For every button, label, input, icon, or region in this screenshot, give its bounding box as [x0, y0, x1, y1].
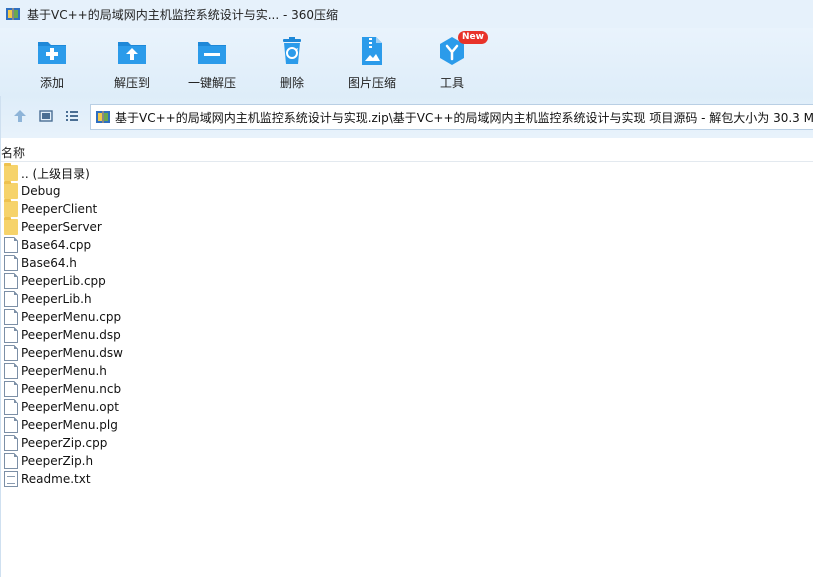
address-bar[interactable]: 基于VC++的局域网内主机监控系统设计与实现.zip\基于VC++的局域网内主机… [90, 104, 813, 130]
one-click-extract-icon [195, 34, 229, 68]
file-name: PeeperMenu.dsw [21, 346, 123, 360]
file-icon [4, 327, 18, 343]
file-name: PeeperMenu.ncb [21, 382, 122, 396]
file-list-item[interactable]: Readme.txt [0, 470, 813, 488]
one-click-extract-label: 一键解压 [187, 76, 236, 90]
add-label: 添加 [39, 76, 64, 90]
left-border [0, 96, 1, 577]
file-list-item[interactable]: PeeperServer [0, 217, 813, 236]
file-name: PeeperMenu.dsp [21, 328, 121, 342]
file-list-item[interactable]: PeeperClient [0, 199, 813, 218]
one-click-extract-button[interactable]: 一键解压 [172, 34, 252, 91]
new-badge: New [458, 31, 488, 44]
file-icon [4, 237, 18, 253]
file-name: Readme.txt [21, 472, 91, 486]
file-icon [4, 309, 18, 325]
delete-button[interactable]: 删除 [252, 34, 332, 91]
extract-to-label: 解压到 [113, 76, 150, 90]
address-path: 基于VC++的局域网内主机监控系统设计与实现.zip\基于VC++的局域网内主机… [115, 110, 813, 125]
archive-app-icon [5, 6, 21, 22]
file-name: PeeperServer [21, 220, 102, 234]
file-list-item[interactable]: PeeperLib.cpp [0, 272, 813, 290]
image-compress-label: 图片压缩 [347, 76, 396, 90]
file-icon [4, 399, 18, 415]
file-icon [4, 363, 18, 379]
file-list-item[interactable]: PeeperZip.cpp [0, 434, 813, 452]
file-name: PeeperMenu.plg [21, 418, 118, 432]
file-name: Base64.h [21, 256, 77, 270]
file-name: PeeperClient [21, 202, 98, 216]
column-name-header[interactable]: 名称 [1, 144, 25, 161]
image-compress-icon [355, 34, 389, 68]
file-list-item[interactable]: .. (上级目录) [0, 163, 813, 182]
up-level-button[interactable] [11, 108, 29, 126]
file-list: .. (上级目录) Debug PeeperClient PeeperServer Ba… [0, 163, 813, 488]
main-toolbar: 添加 解压到 一键解压 删除 图片压缩 New 工具 [0, 28, 813, 96]
window-title: 基于VC++的局域网内主机监控系统设计与实... - 360压缩 [27, 7, 339, 22]
thumbnail-view-icon [39, 109, 53, 126]
file-icon [4, 273, 18, 289]
file-name: PeeperZip.cpp [21, 436, 108, 450]
add-icon [35, 34, 69, 68]
delete-label: 删除 [279, 76, 304, 90]
file-list-item[interactable]: Debug [0, 181, 813, 200]
title-bar: 基于VC++的局域网内主机监控系统设计与实... - 360压缩 [0, 0, 813, 28]
file-name: PeeperLib.h [21, 292, 92, 306]
file-icon [4, 453, 18, 469]
extract-to-button[interactable]: 解压到 [92, 34, 172, 91]
file-name: PeeperMenu.cpp [21, 310, 122, 324]
folder-icon [4, 163, 18, 181]
file-list-item[interactable]: Base64.cpp [0, 236, 813, 254]
text-file-icon [4, 471, 18, 487]
folder-icon [4, 217, 18, 235]
navigation-bar: 基于VC++的局域网内主机监控系统设计与实现.zip\基于VC++的局域网内主机… [0, 96, 813, 138]
thumbnail-view-button[interactable] [37, 108, 55, 126]
file-icon [4, 417, 18, 433]
tools-label: 工具 [439, 76, 464, 90]
file-name: PeeperMenu.opt [21, 400, 119, 414]
file-name: PeeperMenu.h [21, 364, 107, 378]
file-list-item[interactable]: PeeperMenu.opt [0, 398, 813, 416]
folder-icon [4, 181, 18, 199]
file-name: Debug [21, 184, 61, 198]
file-list-item[interactable]: PeeperMenu.plg [0, 416, 813, 434]
recycle-bin-icon [275, 34, 309, 68]
file-list-item[interactable]: Base64.h [0, 254, 813, 272]
file-icon [4, 255, 18, 271]
file-icon [4, 435, 18, 451]
file-name: PeeperZip.h [21, 454, 94, 468]
image-compress-button[interactable]: 图片压缩 [332, 34, 412, 91]
add-button[interactable]: 添加 [12, 34, 92, 91]
file-name: PeeperLib.cpp [21, 274, 106, 288]
list-view-icon [65, 109, 79, 126]
file-list-item[interactable]: PeeperMenu.h [0, 362, 813, 380]
extract-to-icon [115, 34, 149, 68]
file-list-item[interactable]: PeeperLib.h [0, 290, 813, 308]
file-list-item[interactable]: PeeperMenu.cpp [0, 308, 813, 326]
file-list-item[interactable]: PeeperMenu.dsp [0, 326, 813, 344]
arrow-up-icon [13, 109, 27, 126]
file-name: Base64.cpp [21, 238, 92, 252]
tools-button[interactable]: New 工具 [412, 31, 492, 91]
folder-icon [4, 199, 18, 217]
file-list-item[interactable]: PeeperMenu.dsw [0, 344, 813, 362]
file-icon [4, 291, 18, 307]
archive-file-icon [95, 109, 111, 125]
column-header: 名称 [0, 140, 813, 162]
file-list-item[interactable]: PeeperZip.h [0, 452, 813, 470]
file-icon [4, 381, 18, 397]
file-icon [4, 345, 18, 361]
file-name: .. (上级目录) [21, 166, 90, 181]
list-view-button[interactable] [63, 108, 81, 126]
file-list-item[interactable]: PeeperMenu.ncb [0, 380, 813, 398]
